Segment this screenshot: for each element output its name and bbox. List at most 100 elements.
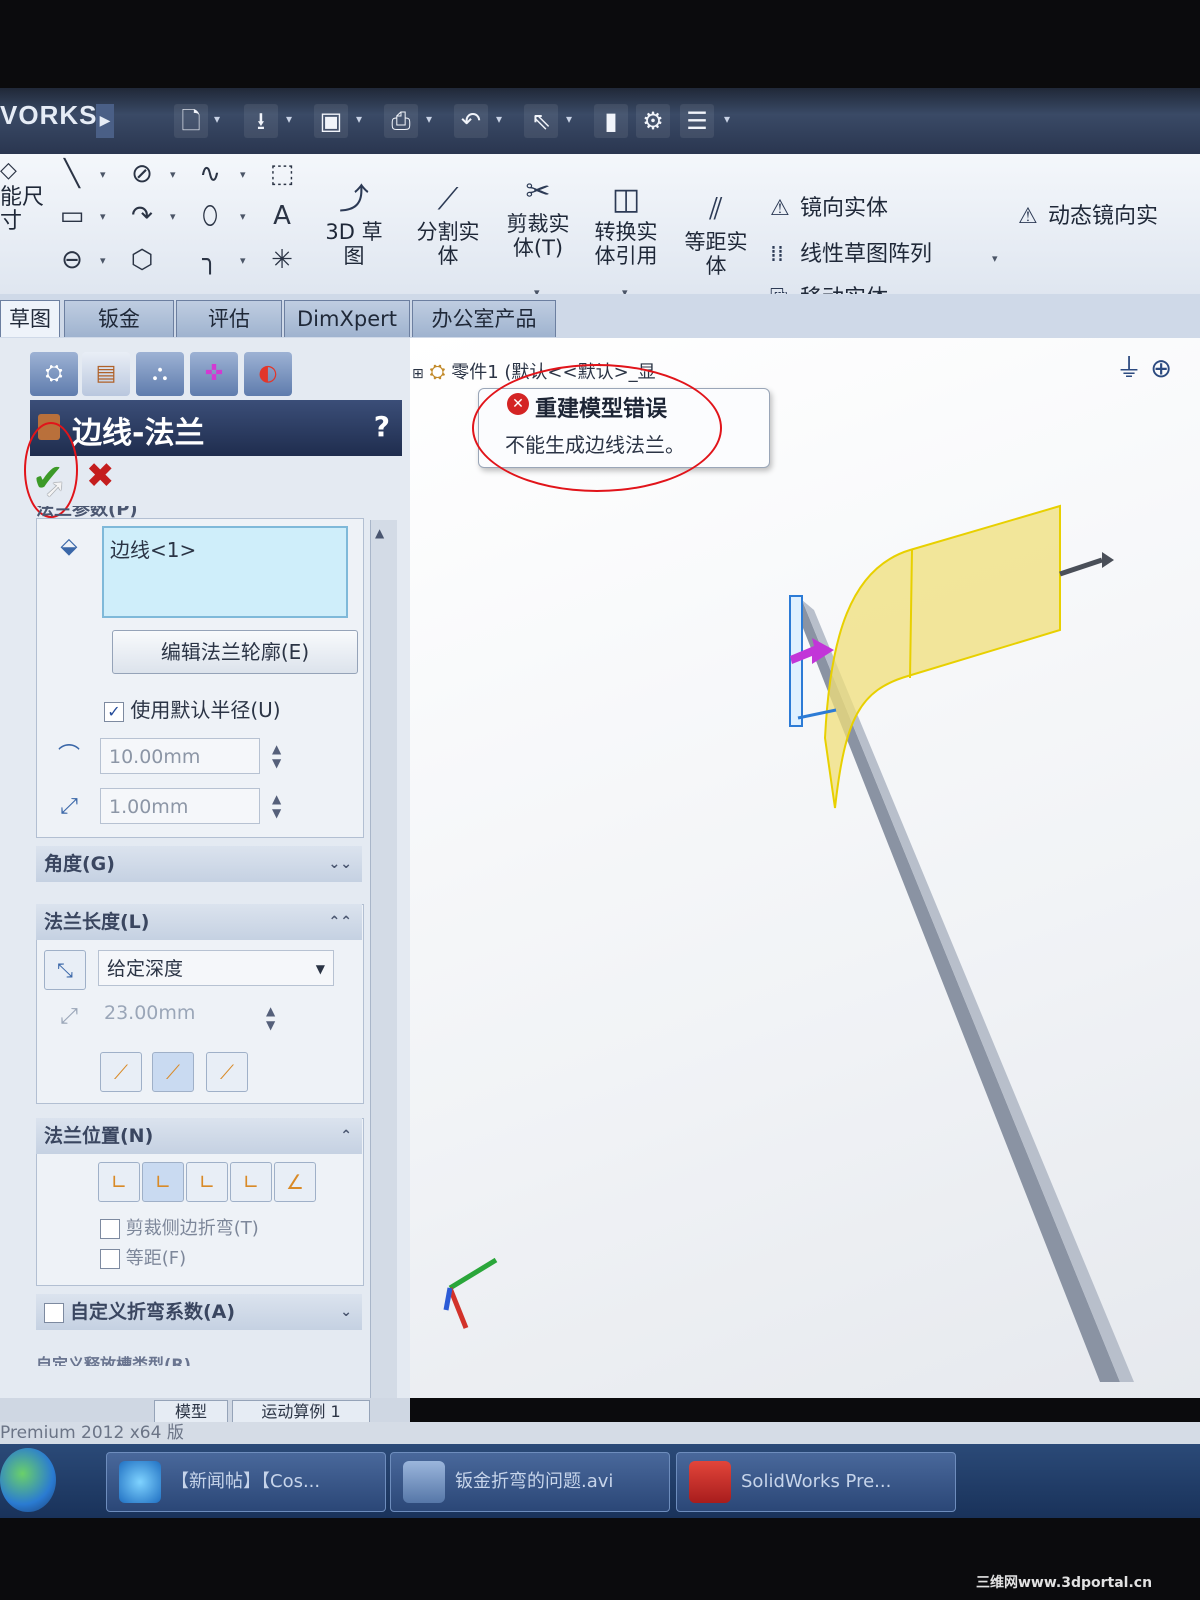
bend-outside-icon[interactable]: ∟ [186, 1162, 228, 1202]
save-icon[interactable]: ▣ [314, 104, 348, 138]
offset-entities-button[interactable]: ⫽ 等距实 体 [680, 190, 752, 278]
taskbar-item-browser[interactable]: 【新闻帖】【Cos... [106, 1452, 386, 1512]
custom-bend-allowance-header[interactable]: 自定义折弯系数(A) ⌄ [36, 1294, 362, 1330]
3d-sketch-button[interactable]: ⤴ 3D 草图 [318, 180, 390, 268]
tab-dimxpert[interactable]: DimXpert [284, 300, 410, 337]
flange-length-spinner[interactable]: ▲ ▼ [266, 1004, 275, 1032]
slot-icon[interactable]: ⊖ [56, 244, 88, 276]
print-icon[interactable]: ⎙ [384, 104, 418, 138]
trim-side-bends-row[interactable]: 剪裁侧边折弯(T) [100, 1214, 259, 1240]
rectangle-icon[interactable]: ▭ [56, 200, 88, 232]
point-icon[interactable]: ✳ [266, 244, 298, 276]
flange-length-input[interactable]: 23.00mm [104, 1002, 195, 1024]
tab-sketch[interactable]: 草图 [0, 300, 60, 337]
convert-entities-button[interactable]: ◫ 转换实 体引用 [590, 180, 662, 268]
spline-icon[interactable]: ∿ [194, 158, 226, 190]
gap-distance-spinner[interactable]: ▲ ▼ [272, 792, 281, 820]
smart-dimension-icon[interactable]: ◇ [0, 158, 17, 183]
rebuild-icon[interactable]: ▮ [594, 104, 628, 138]
mirror-entities-button[interactable]: ⚠ 镜向实体 [770, 190, 888, 222]
polygon-icon[interactable]: ⬡ [126, 244, 158, 276]
expand-chevron-icon[interactable]: ⌄⌄ [321, 846, 352, 882]
taskbar-item-video[interactable]: 钣金折弯的问题.avi [390, 1452, 670, 1512]
offset-checkbox[interactable] [100, 1249, 120, 1269]
use-default-radius-row[interactable]: ✓ 使用默认半径(U) [104, 694, 281, 723]
use-default-radius-checkbox[interactable]: ✓ [104, 701, 124, 722]
flange-length-group-header[interactable]: 法兰长度(L) ⌃⌃ [36, 904, 362, 940]
reverse-direction-icon[interactable]: ⤡ [44, 950, 86, 990]
fillet-dropdown-icon[interactable]: ▾ [240, 254, 246, 267]
menu-expand-arrow-icon[interactable]: ▶ [96, 104, 114, 138]
bend-from-virtual-sharp-icon[interactable]: ∟ [230, 1162, 272, 1202]
edge-selection-list[interactable]: 边线<1> [102, 526, 348, 618]
line-icon[interactable]: ╲ [56, 158, 88, 190]
new-document-icon[interactable]: 🗋 [174, 104, 208, 138]
save-dropdown-icon[interactable]: ▾ [356, 112, 362, 126]
select-dropdown-icon[interactable]: ▾ [566, 112, 572, 126]
tangent-bend-icon[interactable]: ⟋ [206, 1052, 248, 1092]
tangent-to-bend-icon[interactable]: ∠ [274, 1162, 316, 1202]
collapse-chevron-icon-2[interactable]: ⌃ [332, 1118, 352, 1154]
bend-radius-spinner[interactable]: ▲ ▼ [272, 742, 281, 770]
cancel-button[interactable]: ✖ [86, 456, 115, 496]
bend-radius-input[interactable]: 10.00mm [100, 738, 260, 774]
trim-entities-button[interactable]: ✂ 剪裁实 体(T) [502, 172, 574, 260]
arc-icon[interactable]: ↷ [126, 200, 158, 232]
property-manager-scrollbar[interactable]: ▲ [370, 520, 397, 1400]
start-button-icon[interactable] [0, 1448, 56, 1512]
line-dropdown-icon[interactable]: ▾ [100, 168, 106, 181]
tab-model[interactable]: 模型 [154, 1400, 228, 1424]
custom-bend-allowance-checkbox[interactable] [44, 1302, 64, 1323]
fillet-icon[interactable]: ╮ [194, 244, 226, 276]
tab-office-products[interactable]: 办公室产品 [412, 300, 556, 337]
scroll-up-icon[interactable]: ▲ [375, 526, 384, 540]
taskbar-item-solidworks[interactable]: SolidWorks Pre... [676, 1452, 956, 1512]
select-arrow-icon[interactable]: ⇖ [524, 104, 558, 138]
gap-distance-input[interactable]: 1.00mm [100, 788, 260, 824]
pattern-dropdown-icon[interactable]: ▾ [992, 252, 998, 265]
undo-dropdown-icon[interactable]: ▾ [496, 112, 502, 126]
tab-motion-study[interactable]: 运动算例 1 [232, 1400, 370, 1424]
custom-relief-header[interactable]: 自定义释放槽类型(R) [36, 1350, 362, 1366]
feature-manager-tab-icon[interactable]: ⛭ [30, 352, 78, 396]
tab-evaluate[interactable]: 评估 [176, 300, 282, 337]
rectangle-dropdown-icon[interactable]: ▾ [100, 210, 106, 223]
open-folder-icon[interactable]: ⭳ [244, 104, 278, 138]
spline-dropdown-icon[interactable]: ▾ [240, 168, 246, 181]
options-icon[interactable]: ⚙ [636, 104, 670, 138]
outer-virtual-sharp-icon[interactable]: ⟋ [100, 1052, 142, 1092]
construction-geometry-icon[interactable]: ⬚ [266, 158, 298, 190]
circle-dropdown-icon[interactable]: ▾ [170, 168, 176, 181]
open-dropdown-icon[interactable]: ▾ [286, 112, 292, 126]
new-dropdown-icon[interactable]: ▾ [214, 112, 220, 126]
display-manager-tab-icon[interactable]: ◐ [244, 352, 292, 396]
trim-side-bends-checkbox[interactable] [100, 1219, 120, 1239]
material-inside-icon[interactable]: ∟ [98, 1162, 140, 1202]
collapse-chevron-icon[interactable]: ⌃⌃ [321, 904, 352, 940]
ellipse-icon[interactable]: ⬯ [194, 200, 226, 232]
offset-row[interactable]: 等距(F) [100, 1244, 186, 1270]
edit-flange-profile-button[interactable]: 编辑法兰轮廓(E) [112, 630, 358, 674]
material-outside-icon[interactable]: ∟ [142, 1162, 184, 1202]
model-view[interactable] [410, 338, 1200, 1398]
angle-group-header[interactable]: 角度(G) ⌄⌄ [36, 846, 362, 882]
properties-dropdown-icon[interactable]: ▾ [724, 112, 730, 126]
configuration-manager-tab-icon[interactable]: ⛬ [136, 352, 184, 396]
dimxpert-manager-tab-icon[interactable]: ✜ [190, 352, 238, 396]
file-properties-icon[interactable]: ☰ [680, 104, 714, 138]
tab-sheet-metal[interactable]: 钣金 [64, 300, 174, 337]
print-dropdown-icon[interactable]: ▾ [426, 112, 432, 126]
ellipse-dropdown-icon[interactable]: ▾ [240, 210, 246, 223]
end-condition-select[interactable]: 给定深度 ▼ [98, 950, 334, 986]
flange-position-group-header[interactable]: 法兰位置(N) ⌃ [36, 1118, 362, 1154]
edge-selection-item[interactable]: 边线<1> [110, 538, 196, 562]
arc-dropdown-icon[interactable]: ▾ [170, 210, 176, 223]
property-manager-tab-icon[interactable]: ▤ [82, 352, 130, 396]
dynamic-mirror-button[interactable]: ⚠ 动态镜向实 [1018, 198, 1158, 230]
direction-arrow-icon[interactable] [1059, 557, 1103, 577]
inner-virtual-sharp-icon[interactable]: ⟋ [152, 1052, 194, 1092]
split-entities-button[interactable]: ⟋ 分割实 体 [412, 180, 484, 268]
undo-icon[interactable]: ↶ [454, 104, 488, 138]
linear-pattern-button[interactable]: ⁞⁞ 线性草图阵列 [770, 236, 932, 268]
expand-chevron-icon-2[interactable]: ⌄ [332, 1294, 352, 1330]
